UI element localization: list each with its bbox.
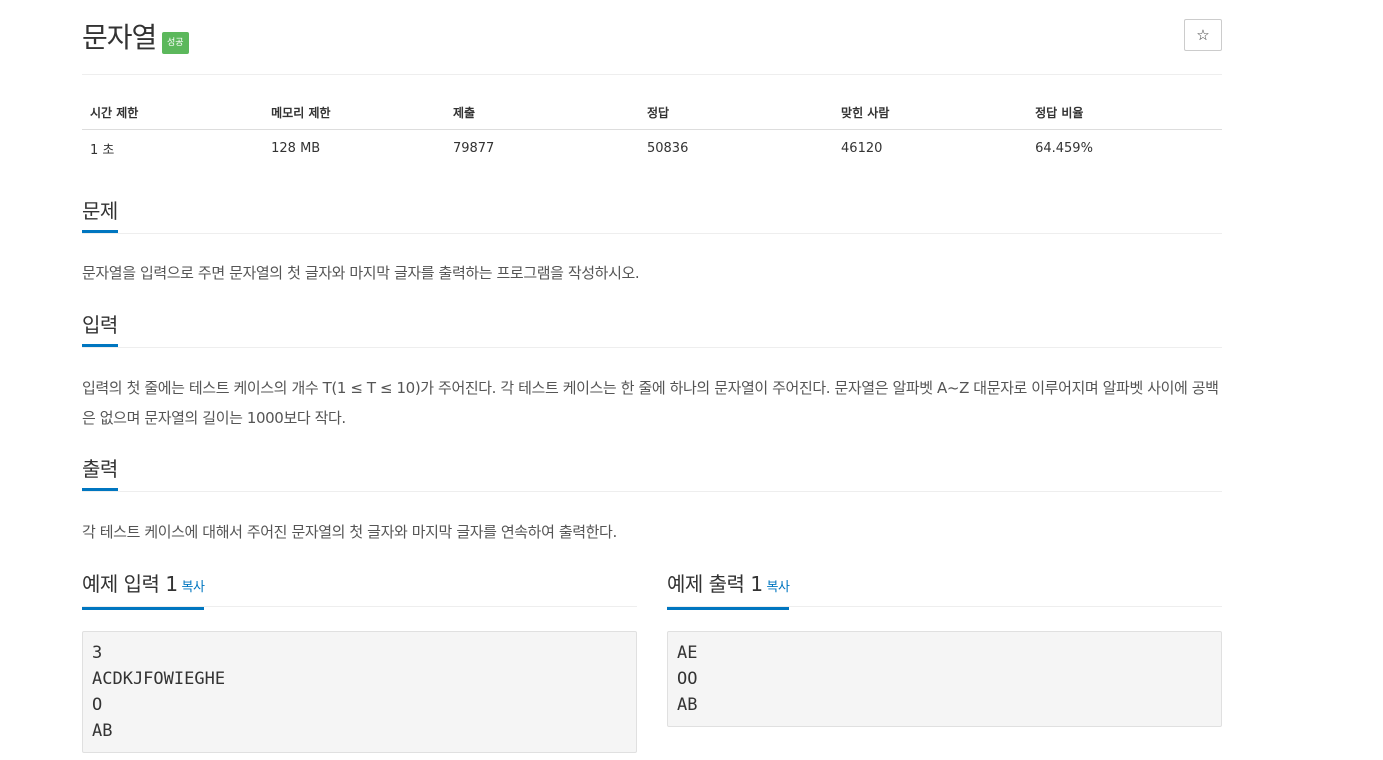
title-row: 문자열 성공 ☆ [82,0,1222,75]
section-header: 입력 [82,311,1222,348]
header-memory-limit: 메모리 제한 [263,96,445,130]
problem-description: 문자열을 입력으로 주면 문자열의 첫 글자와 마지막 글자를 출력하는 프로그… [82,264,640,282]
problem-section: 문제 문자열을 입력으로 주면 문자열의 첫 글자와 마지막 글자를 출력하는 … [82,197,1222,288]
sample-output-title: 예제 출력 1 [667,572,763,596]
status-badge: 성공 [162,32,189,54]
copy-sample-input-button[interactable]: 복사 [182,580,205,595]
sample-input-title: 예제 입력 1 [82,572,178,596]
section-header: 예제 입력 1 복사 [82,570,637,610]
section-title: 예제 입력 1 복사 [82,570,205,610]
input-description: 입력의 첫 줄에는 테스트 케이스의 개수 T(1 ≤ T ≤ 10)가 주어진… [82,379,1219,427]
value-time-limit: 1 초 [90,142,115,158]
value-accept-ratio: 64.459% [1035,140,1093,156]
input-section: 입력 입력의 첫 줄에는 테스트 케이스의 개수 T(1 ≤ T ≤ 10)가 … [82,311,1222,433]
section-title: 출력 [82,455,118,491]
section-header: 예제 출력 1 복사 [667,570,1222,610]
value-solved-users: 46120 [841,140,883,156]
problem-info-table: 시간 제한 메모리 제한 제출 정답 맞힌 사람 정답 비율 1 초 128 M… [82,96,1222,166]
value-memory-limit: 128 MB [271,140,321,156]
copy-sample-output-button[interactable]: 복사 [767,580,790,595]
output-description: 각 테스트 케이스에 대해서 주어진 문자열의 첫 글자와 마지막 글자를 연속… [82,523,617,541]
page-title: 문자열 [82,21,157,54]
header-submissions: 제출 [444,96,639,130]
sample-input-section: 예제 입력 1 복사 3 ACDKJFOWIEGHE O AB [82,570,637,753]
value-submissions: 79877 [452,140,495,156]
header-time-limit: 시간 제한 [82,96,264,130]
table-header-row: 시간 제한 메모리 제한 제출 정답 맞힌 사람 정답 비율 [82,96,1222,130]
header-accept-ratio: 정답 비율 [1027,96,1222,130]
output-section: 출력 각 테스트 케이스에 대해서 주어진 문자열의 첫 글자와 마지막 글자를… [82,455,1222,547]
value-accepted: 50836 [646,140,689,156]
section-title: 문제 [82,197,118,233]
star-icon: ☆ [1196,26,1210,44]
section-title: 입력 [82,311,118,347]
section-header: 출력 [82,455,1222,492]
sample-output-code: AE OO AB [667,631,1222,727]
favorite-button[interactable]: ☆ [1184,19,1222,51]
header-accepted: 정답 [638,96,834,130]
header-solved-users: 맞힌 사람 [833,96,1028,130]
table-row: 1 초 128 MB 79877 50836 46120 64.459% [82,130,1222,167]
section-header: 문제 [82,197,1222,234]
sample-output-section: 예제 출력 1 복사 AE OO AB [667,570,1222,727]
section-title: 예제 출력 1 복사 [667,570,790,610]
sample-input-code: 3 ACDKJFOWIEGHE O AB [82,631,637,753]
problem-page: 문자열 성공 ☆ 시간 제한 메모리 제한 제출 정답 맞힌 사람 정답 비율 … [82,0,1222,753]
